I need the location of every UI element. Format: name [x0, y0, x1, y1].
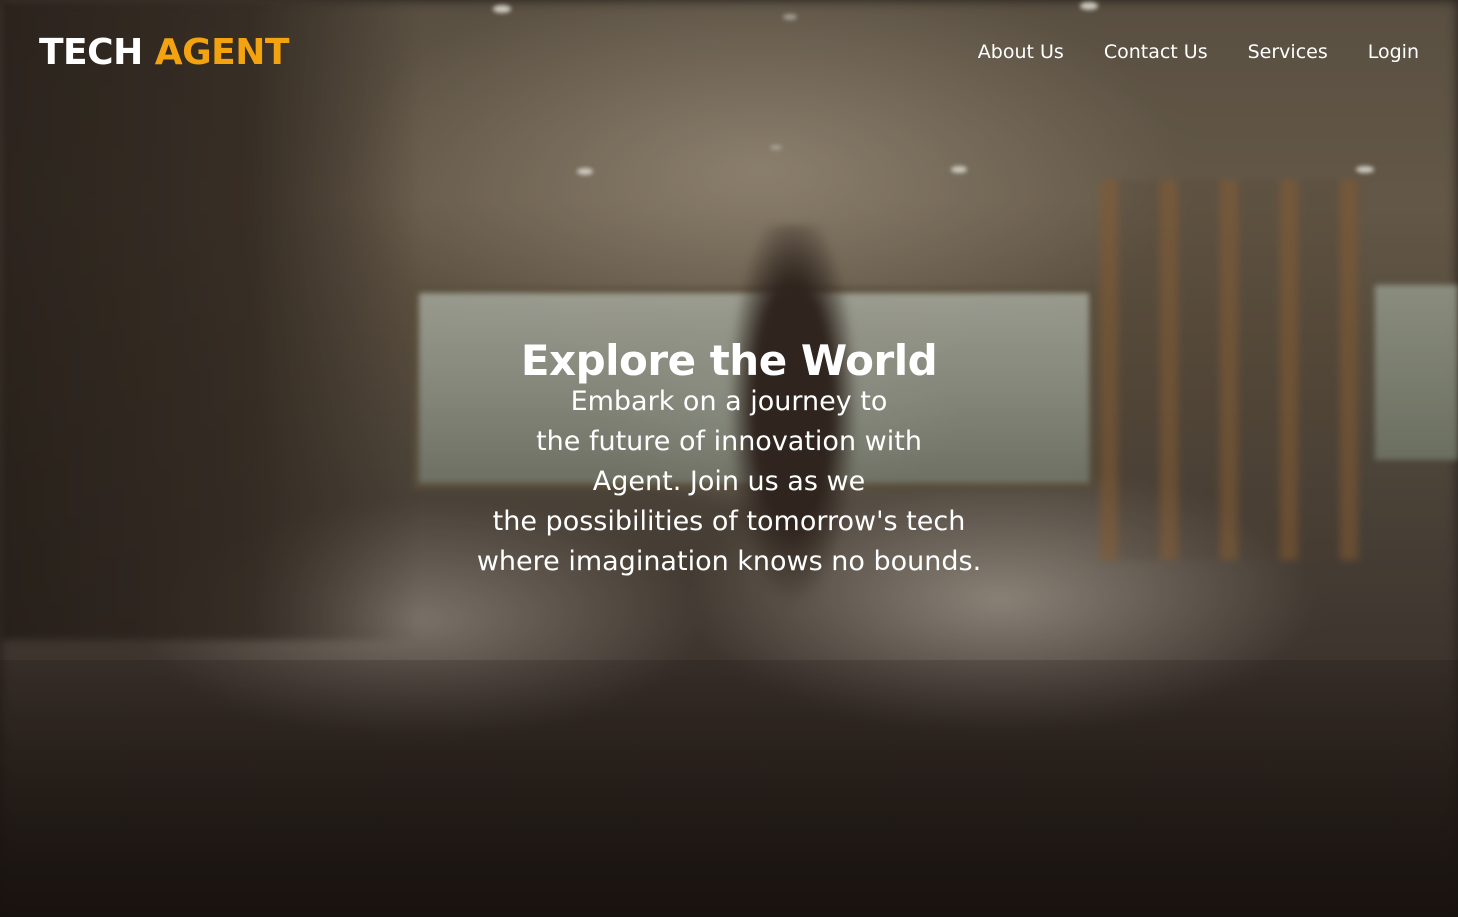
brand-logo[interactable]: TECH AGENT — [39, 31, 289, 75]
nav-link-services[interactable]: Services — [1248, 39, 1328, 65]
hero-description-line: the possibilities of tomorrow's tech — [492, 506, 966, 537]
nav-link-about-us[interactable]: About Us — [978, 39, 1064, 65]
hero-description: Embark on a journey to the future of inn… — [0, 382, 1458, 582]
nav-link-login[interactable]: Login — [1368, 39, 1419, 65]
site-header: TECH AGENT About Us Contact Us Services … — [0, 0, 1458, 106]
hero-description-line: Embark on a journey to — [570, 386, 888, 417]
hero-title: Explore the World — [520, 336, 938, 385]
logo-word-agent: AGENT — [154, 32, 290, 73]
hero-content: Explore the World Embark on a journey to… — [0, 334, 1458, 582]
hero-description-line: the future of innovation with — [536, 426, 922, 457]
nav-link-contact-us[interactable]: Contact Us — [1104, 39, 1208, 65]
main-nav: About Us Contact Us Services Login — [978, 39, 1419, 65]
logo-word-tech: TECH — [39, 32, 143, 73]
hero-section: TECH AGENT About Us Contact Us Services … — [0, 0, 1458, 917]
hero-description-line: where imagination knows no bounds. — [476, 546, 982, 577]
hero-description-line: Agent. Join us as we — [592, 466, 866, 497]
